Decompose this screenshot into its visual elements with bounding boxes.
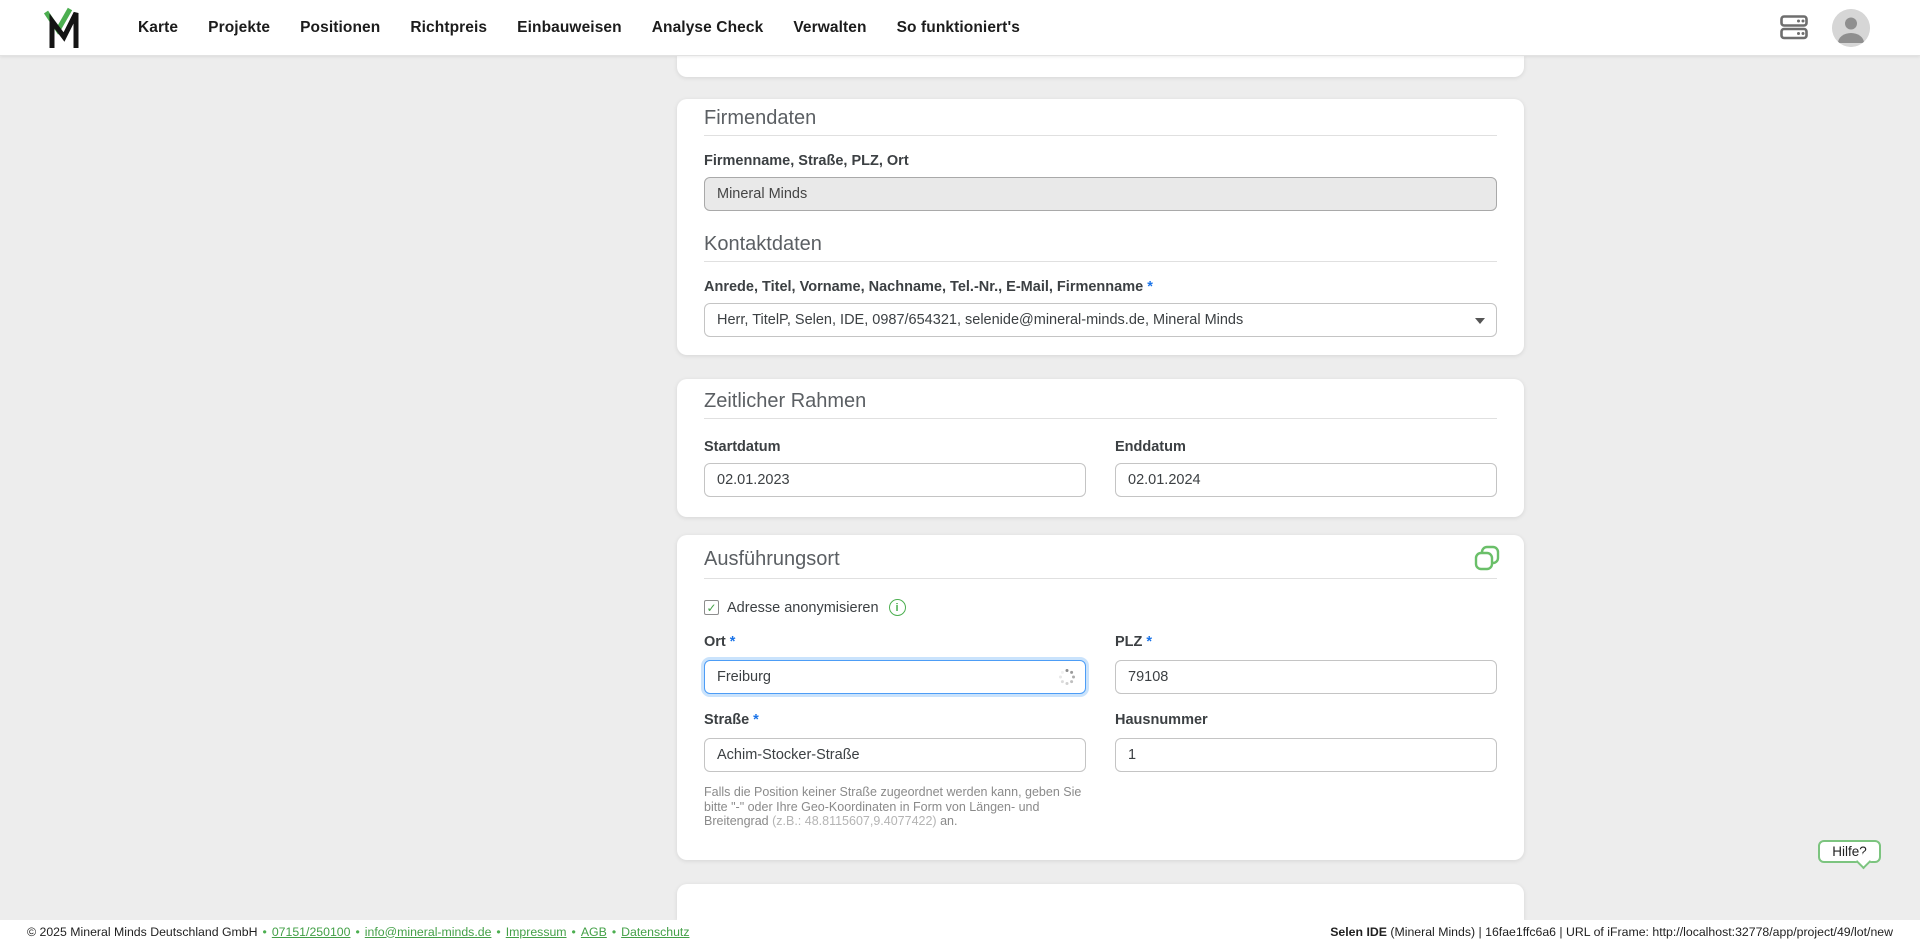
nav-item-einbauweisen[interactable]: Einbauweisen <box>517 19 622 37</box>
footer-agb-link[interactable]: AGB <box>581 925 607 939</box>
footer: © 2025 Mineral Minds Deutschland GmbH • … <box>0 920 1920 943</box>
footer-separator: • <box>355 925 359 939</box>
footer-phone-link[interactable]: 07151/250100 <box>272 925 351 939</box>
copyright-text: © 2025 Mineral Minds Deutschland GmbH <box>27 925 258 939</box>
user-avatar-icon[interactable] <box>1832 9 1870 47</box>
help-button[interactable]: Hilfe? <box>1818 840 1881 863</box>
mineral-minds-logo[interactable] <box>44 7 82 49</box>
ort-label-text: Ort <box>704 634 726 650</box>
hint-suffix: an. <box>937 814 958 828</box>
ort-label: Ort * <box>704 635 1086 650</box>
required-asterisk: * <box>1146 634 1152 650</box>
divider <box>704 135 1497 136</box>
footer-status-text: Selen IDE (Mineral Minds) | 16fae1ffc6a6… <box>1330 925 1893 939</box>
ort-input[interactable] <box>704 660 1086 694</box>
nav-item-so-funktionierts[interactable]: So funktioniert's <box>897 19 1020 37</box>
ausfuehrungsort-card: Ausführungsort ✓ Adresse anonymisieren i… <box>677 535 1524 860</box>
partial-card-below <box>677 884 1524 920</box>
divider <box>704 578 1497 579</box>
navbar-right <box>1780 9 1870 47</box>
strasse-hint-text: Falls die Position keiner Straße zugeord… <box>704 785 1094 829</box>
anonymize-label: Adresse anonymisieren <box>727 600 879 616</box>
strasse-input[interactable] <box>704 738 1086 772</box>
required-asterisk: * <box>753 712 759 728</box>
loading-spinner-icon <box>1058 668 1076 686</box>
anonymize-row: ✓ Adresse anonymisieren i <box>704 599 1497 616</box>
ausfuehrungsort-title: Ausführungsort <box>704 548 1497 570</box>
footer-email-link[interactable]: info@mineral-minds.de <box>365 925 492 939</box>
plz-label: PLZ * <box>1115 635 1497 650</box>
zeitlicher-rahmen-title: Zeitlicher Rahmen <box>704 390 1497 412</box>
firmendaten-card: Firmendaten Firmenname, Straße, PLZ, Ort… <box>677 99 1524 355</box>
footer-separator: • <box>612 925 616 939</box>
server-rack-icon[interactable] <box>1780 15 1808 40</box>
nav-item-richtpreis[interactable]: Richtpreis <box>410 19 487 37</box>
main-navigation: Karte Projekte Positionen Richtpreis Ein… <box>138 19 1020 37</box>
enddatum-input[interactable] <box>1115 463 1497 497</box>
hausnummer-input[interactable] <box>1115 738 1497 772</box>
footer-datenschutz-link[interactable]: Datenschutz <box>621 925 689 939</box>
anonymize-checkbox[interactable]: ✓ <box>704 600 719 615</box>
kontaktdaten-title: Kontaktdaten <box>704 233 1497 255</box>
firmenname-label: Firmenname, Straße, PLZ, Ort <box>704 154 1497 169</box>
required-asterisk: * <box>730 634 736 650</box>
nav-item-projekte[interactable]: Projekte <box>208 19 270 37</box>
kontakt-label: Anrede, Titel, Vorname, Nachname, Tel.-N… <box>704 280 1497 295</box>
copy-icon[interactable] <box>1474 545 1500 571</box>
partial-card-above <box>677 56 1524 77</box>
divider <box>704 261 1497 262</box>
footer-separator: • <box>496 925 500 939</box>
enddatum-label: Enddatum <box>1115 440 1497 455</box>
firmendaten-title: Firmendaten <box>704 107 1497 129</box>
strasse-label: Straße * <box>704 713 1086 728</box>
nav-item-analyse-check[interactable]: Analyse Check <box>652 19 764 37</box>
info-icon[interactable]: i <box>889 599 906 616</box>
required-asterisk: * <box>1147 279 1153 295</box>
top-navbar: Karte Projekte Positionen Richtpreis Ein… <box>0 0 1920 56</box>
strasse-label-text: Straße <box>704 712 749 728</box>
status-details: (Mineral Minds) | 16fae1ffc6a6 | URL of … <box>1387 925 1893 939</box>
plz-label-text: PLZ <box>1115 634 1142 650</box>
hausnummer-label: Hausnummer <box>1115 713 1497 728</box>
chevron-down-icon <box>1475 318 1485 324</box>
kontakt-select[interactable]: Herr, TitelP, Selen, IDE, 0987/654321, s… <box>704 303 1497 337</box>
plz-input[interactable] <box>1115 660 1497 694</box>
nav-item-positionen[interactable]: Positionen <box>300 19 380 37</box>
footer-separator: • <box>263 925 267 939</box>
startdatum-label: Startdatum <box>704 440 1086 455</box>
status-app-name: Selen IDE <box>1330 925 1387 939</box>
startdatum-input[interactable] <box>704 463 1086 497</box>
nav-item-verwalten[interactable]: Verwalten <box>793 19 866 37</box>
nav-item-karte[interactable]: Karte <box>138 19 178 37</box>
footer-left: © 2025 Mineral Minds Deutschland GmbH • … <box>27 925 690 939</box>
footer-impressum-link[interactable]: Impressum <box>506 925 567 939</box>
hint-example: (z.B.: 48.8115607,9.4077422) <box>772 814 936 828</box>
footer-separator: • <box>572 925 576 939</box>
kontakt-label-text: Anrede, Titel, Vorname, Nachname, Tel.-N… <box>704 279 1143 295</box>
kontakt-select-value: Herr, TitelP, Selen, IDE, 0987/654321, s… <box>717 312 1243 328</box>
firmenname-input <box>704 177 1497 211</box>
zeitlicher-rahmen-card: Zeitlicher Rahmen Startdatum Enddatum <box>677 379 1524 517</box>
